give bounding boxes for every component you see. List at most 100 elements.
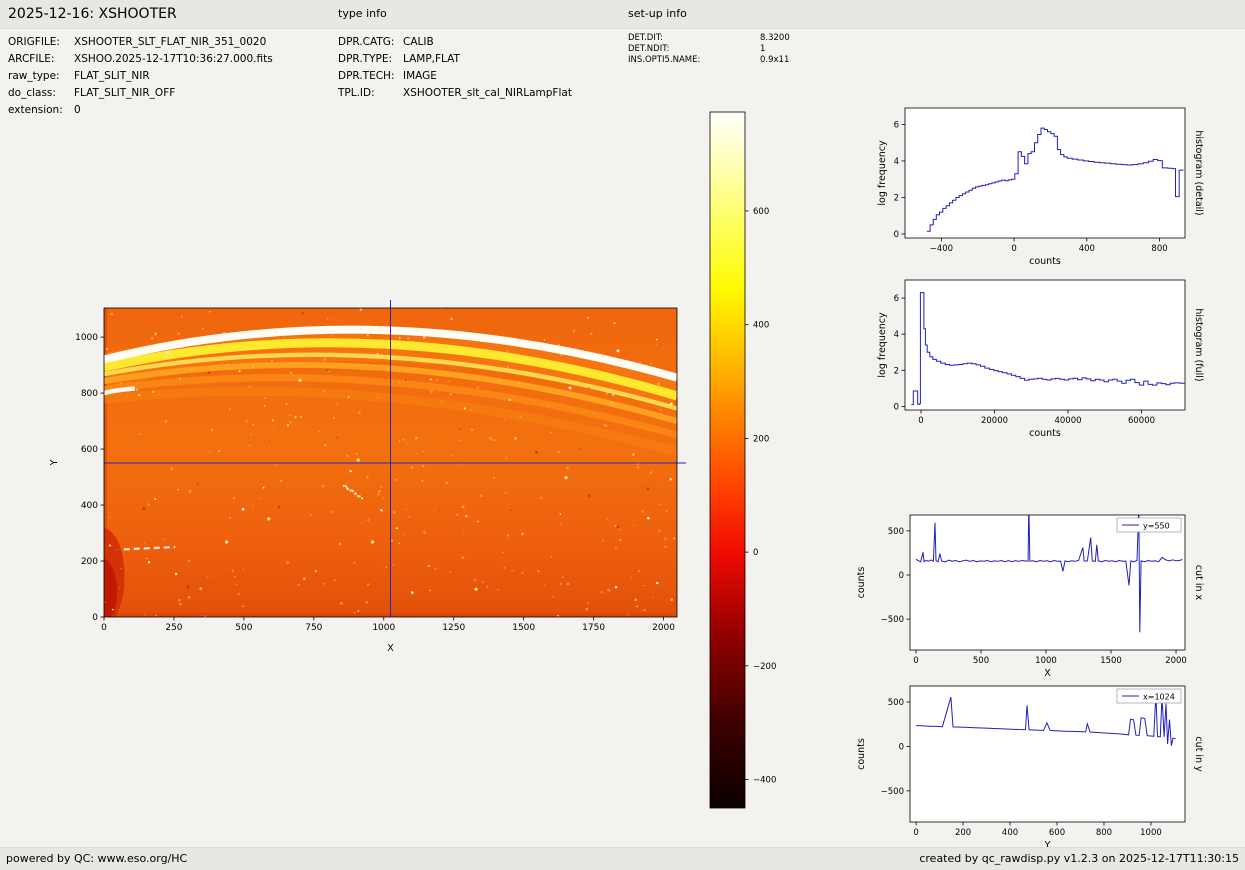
footer-right-text: created by qc_rawdisp.py v1.2.3 on 2025-… (919, 852, 1239, 865)
x-tick-label: 750 (305, 623, 322, 633)
setup-info-block: DET.DIT: 8.3200 DET.NDIT: 1 INS.OPTI5.NAME: 0… (628, 33, 790, 66)
y-tick-label: 1000 (75, 333, 98, 343)
x-tick-label: 60000 (1128, 416, 1155, 426)
x-tick-label: 400 (1079, 244, 1095, 254)
meta-label: DPR.CATG: (338, 36, 395, 48)
qc-report-page: 2025-12-16: XSHOOTER type info set-up in… (0, 0, 1245, 870)
meta-value: FLAT_SLIT_NIR (74, 70, 150, 82)
file-info-block: ORIGFILE: XSHOOTER_SLT_FLAT_NIR_351_0020 A… (8, 34, 273, 119)
legend-label: x=1024 (1143, 693, 1175, 702)
meta-label: do_class: (8, 87, 56, 99)
type-info-heading: type info (338, 7, 387, 20)
footer-left-text: powered by QC: www.eso.org/HC (6, 852, 188, 865)
meta-row: DET.DIT: 8.3200 (628, 33, 790, 44)
y-tick-label: 600 (81, 445, 98, 455)
y-tick-label: 6 (894, 120, 899, 130)
meta-row: extension: 0 (8, 102, 273, 119)
raw-image-svg: 0 250 500 750 1000 1250 1500 1750 2000 0 200 400 600… (49, 300, 686, 654)
x-tick-label: 600 (1049, 828, 1065, 838)
meta-value: IMAGE (403, 70, 437, 82)
x-tick-label: 40000 (1054, 416, 1081, 426)
setup-info-heading: set-up info (628, 7, 687, 20)
x-tick-label: 2000 (1165, 656, 1187, 666)
y-tick-label: 4 (894, 330, 899, 340)
colorbar-tick-label: −400 (753, 776, 776, 786)
hist-detail-svg: −400 0 400 8000246countslog frequency histog… (877, 107, 1204, 267)
meta-value: 8.3200 (760, 33, 790, 43)
x-tick-label: 800 (1096, 828, 1112, 838)
cut-y-svg: 0 200 400 600 800 1000−5000500Ycounts cut in y… (856, 685, 1204, 851)
page-title: 2025-12-16: XSHOOTER (8, 6, 177, 22)
x-tick-label: 1000 (1035, 656, 1057, 666)
meta-row: ORIGFILE: XSHOOTER_SLT_FLAT_NIR_351_0020 (8, 34, 273, 51)
right-side-label: cut in y (1193, 736, 1204, 772)
scratch-speck (351, 489, 354, 493)
colorbar-gradient (709, 111, 746, 809)
meta-label: ARCFILE: (8, 53, 55, 65)
meta-label: DET.NDIT: (628, 44, 670, 54)
x-tick-label: 0 (1011, 244, 1016, 254)
meta-row: raw_type: FLAT_SLIT_NIR (8, 68, 273, 85)
scratch-speck (354, 492, 357, 495)
meta-label: TPL.ID: (338, 87, 375, 99)
scratch-speck (346, 487, 350, 491)
y-tick-label: 800 (81, 389, 98, 399)
y-axis-label: counts (856, 567, 867, 599)
y-axis-label: log frequency (877, 312, 888, 378)
x-tick-label: 1500 (512, 623, 535, 633)
meta-label: DET.DIT: (628, 33, 663, 43)
right-side-label: histogram (full) (1193, 308, 1204, 381)
x-tick-label: 500 (235, 623, 252, 633)
x-axis-label: counts (1029, 428, 1061, 439)
y-tick-label: 500 (888, 527, 904, 537)
x-tick-label: 0 (101, 623, 107, 633)
meta-row: TPL.ID: XSHOOTER_slt_cal_NIRLampFlat (338, 85, 572, 102)
meta-value: 1 (760, 44, 766, 54)
scratch-speck (358, 495, 361, 498)
meta-value: 0 (74, 104, 81, 116)
x-tick-label: −400 (930, 244, 953, 254)
y-tick-label: 0 (899, 742, 904, 752)
x-tick-label: 800 (1151, 244, 1167, 254)
meta-value: 0.9x11 (760, 55, 790, 65)
footer-bar: powered by QC: www.eso.org/HC created by… (0, 847, 1245, 870)
y-axis-label: counts (856, 738, 867, 770)
meta-label: ORIGFILE: (8, 36, 60, 48)
legend-label: y=550 (1143, 522, 1170, 531)
x-tick-label: 1500 (1100, 656, 1122, 666)
meta-value: LAMP,FLAT (403, 53, 460, 65)
y-tick-label: 0 (92, 613, 98, 623)
y-tick-label: 4 (894, 157, 899, 167)
y-tick-label: −500 (881, 787, 904, 797)
x-tick-label: 0 (913, 828, 918, 838)
colorbar-svg: 600 400 200 0 −200 −400 (709, 111, 776, 809)
colorbar-tick-label: 600 (753, 207, 769, 217)
x-axis-label: X (387, 643, 394, 654)
x-tick-label: 1000 (1140, 828, 1162, 838)
x-tick-label: 250 (165, 623, 182, 633)
x-tick-label: 200 (955, 828, 971, 838)
x-tick-label: 2000 (652, 623, 675, 633)
y-tick-label: 0 (899, 571, 904, 581)
y-tick-label: 2 (894, 366, 899, 376)
y-tick-label: 0 (894, 230, 899, 240)
y-tick-label: 200 (81, 557, 98, 567)
meta-value: XSHOOTER_slt_cal_NIRLampFlat (403, 87, 572, 99)
meta-row: DET.NDIT: 1 (628, 44, 790, 55)
colorbar-tick-label: 200 (753, 434, 769, 444)
scratch-speck (360, 497, 364, 500)
type-info-block: DPR.CATG: CALIB DPR.TYPE: LAMP,FLAT DPR.TECH… (338, 34, 572, 102)
right-side-label: histogram (detail) (1193, 130, 1204, 215)
x-tick-label: 400 (1002, 828, 1018, 838)
y-tick-label: 400 (81, 501, 98, 511)
hist-full-svg: 0 20000 40000 60000 0 2 4 6 counts log frequency h… (877, 279, 1204, 439)
meta-value: FLAT_SLIT_NIR_OFF (74, 87, 176, 99)
y-axis-label: log frequency (877, 140, 888, 206)
meta-label: DPR.TECH: (338, 70, 395, 82)
meta-row: DPR.CATG: CALIB (338, 34, 572, 51)
right-side-label: cut in x (1193, 565, 1204, 601)
x-tick-label: 500 (973, 656, 989, 666)
y-axis-label: Y (49, 459, 60, 466)
legend: y=550 (1116, 517, 1182, 533)
meta-row: DPR.TECH: IMAGE (338, 68, 572, 85)
